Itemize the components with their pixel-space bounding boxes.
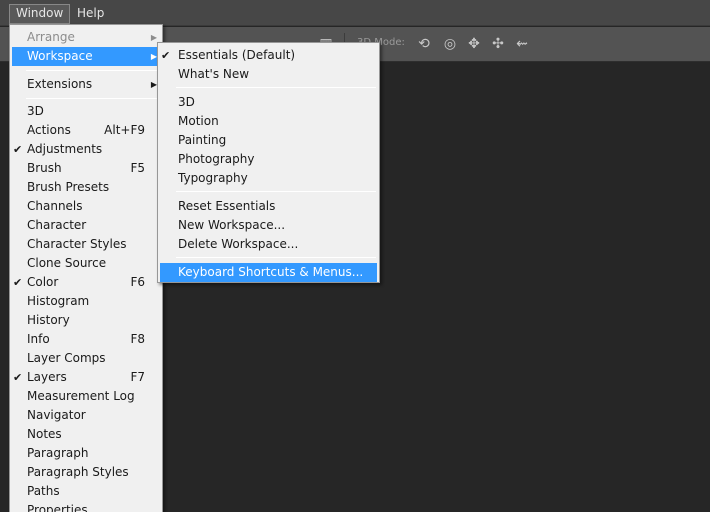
menu-item-label: Keyboard Shortcuts & Menus...: [178, 265, 364, 279]
menu-item-label: Measurement Log: [27, 389, 135, 403]
menu-item-label: Photography: [178, 152, 255, 166]
menu-item-workspace-painting[interactable]: Painting: [160, 131, 377, 150]
menu-item-label: Delete Workspace...: [178, 237, 299, 251]
menu-item-label: History: [27, 313, 70, 327]
menu-item-shortcut: F5: [130, 161, 145, 175]
menu-item-shortcut: F6: [130, 275, 145, 289]
menu-item-navigator[interactable]: Navigator: [12, 406, 160, 425]
menu-separator: [26, 70, 159, 71]
menu-item-label: Character Styles: [27, 237, 127, 251]
menu-item-label: Brush: [27, 161, 62, 175]
workspace-submenu: ✔ Essentials (Default) What's New 3D Mot…: [157, 42, 380, 283]
menu-item-label: Color: [27, 275, 59, 289]
menu-item-channels[interactable]: Channels: [12, 197, 160, 216]
window-menu: Arrange ▶ Workspace ▶ Extensions ▶ 3D Act…: [9, 24, 163, 512]
menu-item-workspace-typography[interactable]: Typography: [160, 169, 377, 188]
menu-item-label: Info: [27, 332, 50, 346]
menu-separator: [176, 257, 376, 258]
menu-item-history[interactable]: History: [12, 311, 160, 330]
menu-item-arrange[interactable]: Arrange ▶: [12, 28, 160, 47]
menu-item-label: Character: [27, 218, 87, 232]
menu-item-label: Clone Source: [27, 256, 107, 270]
menu-item-label: Extensions: [27, 77, 93, 91]
check-icon: ✔: [13, 276, 23, 289]
menu-separator: [26, 98, 159, 99]
menu-item-workspace-photography[interactable]: Photography: [160, 150, 377, 169]
menu-item-label: Reset Essentials: [178, 199, 276, 213]
menu-item-properties[interactable]: Properties: [12, 501, 160, 512]
menu-item-3d[interactable]: 3D: [12, 102, 160, 121]
menu-item-brush[interactable]: Brush F5: [12, 159, 160, 178]
menu-item-label: Navigator: [27, 408, 86, 422]
menu-item-label: Adjustments: [27, 142, 103, 156]
menu-item-workspace-motion[interactable]: Motion: [160, 112, 377, 131]
menu-item-extensions[interactable]: Extensions ▶: [12, 75, 160, 94]
menu-window[interactable]: Window: [9, 4, 71, 24]
menu-item-label: Histogram: [27, 294, 90, 308]
menu-item-label: 3D: [27, 104, 44, 118]
menu-item-whats-new[interactable]: What's New: [160, 65, 377, 84]
check-icon: ✔: [13, 371, 23, 384]
3d-scale-icon[interactable]: ⇜: [512, 35, 532, 53]
3d-pan-icon[interactable]: ✥: [464, 35, 484, 53]
menu-item-color[interactable]: ✔ Color F6: [12, 273, 160, 292]
3d-slide-icon[interactable]: ✣: [488, 35, 508, 53]
menu-item-delete-workspace[interactable]: Delete Workspace...: [160, 235, 377, 254]
check-icon: ✔: [13, 143, 23, 156]
menu-item-label: Typography: [178, 171, 248, 185]
menu-item-label: 3D: [178, 95, 195, 109]
menu-item-measurement-log[interactable]: Measurement Log: [12, 387, 160, 406]
menu-item-label: Motion: [178, 114, 219, 128]
menu-item-character-styles[interactable]: Character Styles: [12, 235, 160, 254]
menu-item-label: Layers: [27, 370, 67, 384]
menu-item-layer-comps[interactable]: Layer Comps: [12, 349, 160, 368]
menu-item-label: Layer Comps: [27, 351, 106, 365]
menu-item-keyboard-shortcuts[interactable]: Keyboard Shortcuts & Menus...: [160, 263, 377, 282]
menu-item-layers[interactable]: ✔ Layers F7: [12, 368, 160, 387]
menu-item-shortcut: F7: [130, 370, 145, 384]
3d-rotate-icon[interactable]: ⟲: [414, 35, 434, 53]
menu-separator: [176, 191, 376, 192]
menu-item-label: Workspace: [27, 49, 93, 63]
menu-item-label: Channels: [27, 199, 83, 213]
menu-item-label: Painting: [178, 133, 227, 147]
menu-item-character[interactable]: Character: [12, 216, 160, 235]
menu-item-label: Properties: [27, 503, 88, 512]
menu-item-essentials[interactable]: ✔ Essentials (Default): [160, 46, 377, 65]
menubar: Window Help: [0, 0, 710, 26]
menu-item-label: Paths: [27, 484, 60, 498]
menu-item-adjustments[interactable]: ✔ Adjustments: [12, 140, 160, 159]
menu-item-shortcut: F8: [130, 332, 145, 346]
check-icon: ✔: [161, 49, 171, 62]
menu-separator: [176, 87, 376, 88]
menu-item-actions[interactable]: Actions Alt+F9: [12, 121, 160, 140]
menu-item-label: Actions: [27, 123, 71, 137]
menu-item-paragraph-styles[interactable]: Paragraph Styles: [12, 463, 160, 482]
menu-item-info[interactable]: Info F8: [12, 330, 160, 349]
menu-item-brush-presets[interactable]: Brush Presets: [12, 178, 160, 197]
menu-item-label: Essentials (Default): [178, 48, 296, 62]
menu-item-clone-source[interactable]: Clone Source: [12, 254, 160, 273]
menu-item-label: New Workspace...: [178, 218, 286, 232]
menu-item-workspace[interactable]: Workspace ▶: [12, 47, 160, 66]
menu-item-label: What's New: [178, 67, 250, 81]
menu-item-workspace-3d[interactable]: 3D: [160, 93, 377, 112]
menu-item-new-workspace[interactable]: New Workspace...: [160, 216, 377, 235]
menu-item-paragraph[interactable]: Paragraph: [12, 444, 160, 463]
menu-item-shortcut: Alt+F9: [104, 123, 145, 137]
menu-item-label: Arrange: [27, 30, 75, 44]
3d-roll-icon[interactable]: ◎: [440, 35, 460, 53]
menu-help[interactable]: Help: [71, 4, 110, 24]
menu-item-label: Notes: [27, 427, 62, 441]
menu-item-notes[interactable]: Notes: [12, 425, 160, 444]
menu-item-label: Brush Presets: [27, 180, 110, 194]
menu-item-reset-essentials[interactable]: Reset Essentials: [160, 197, 377, 216]
menu-item-label: Paragraph: [27, 446, 89, 460]
menu-item-histogram[interactable]: Histogram: [12, 292, 160, 311]
menu-item-paths[interactable]: Paths: [12, 482, 160, 501]
menu-item-label: Paragraph Styles: [27, 465, 129, 479]
